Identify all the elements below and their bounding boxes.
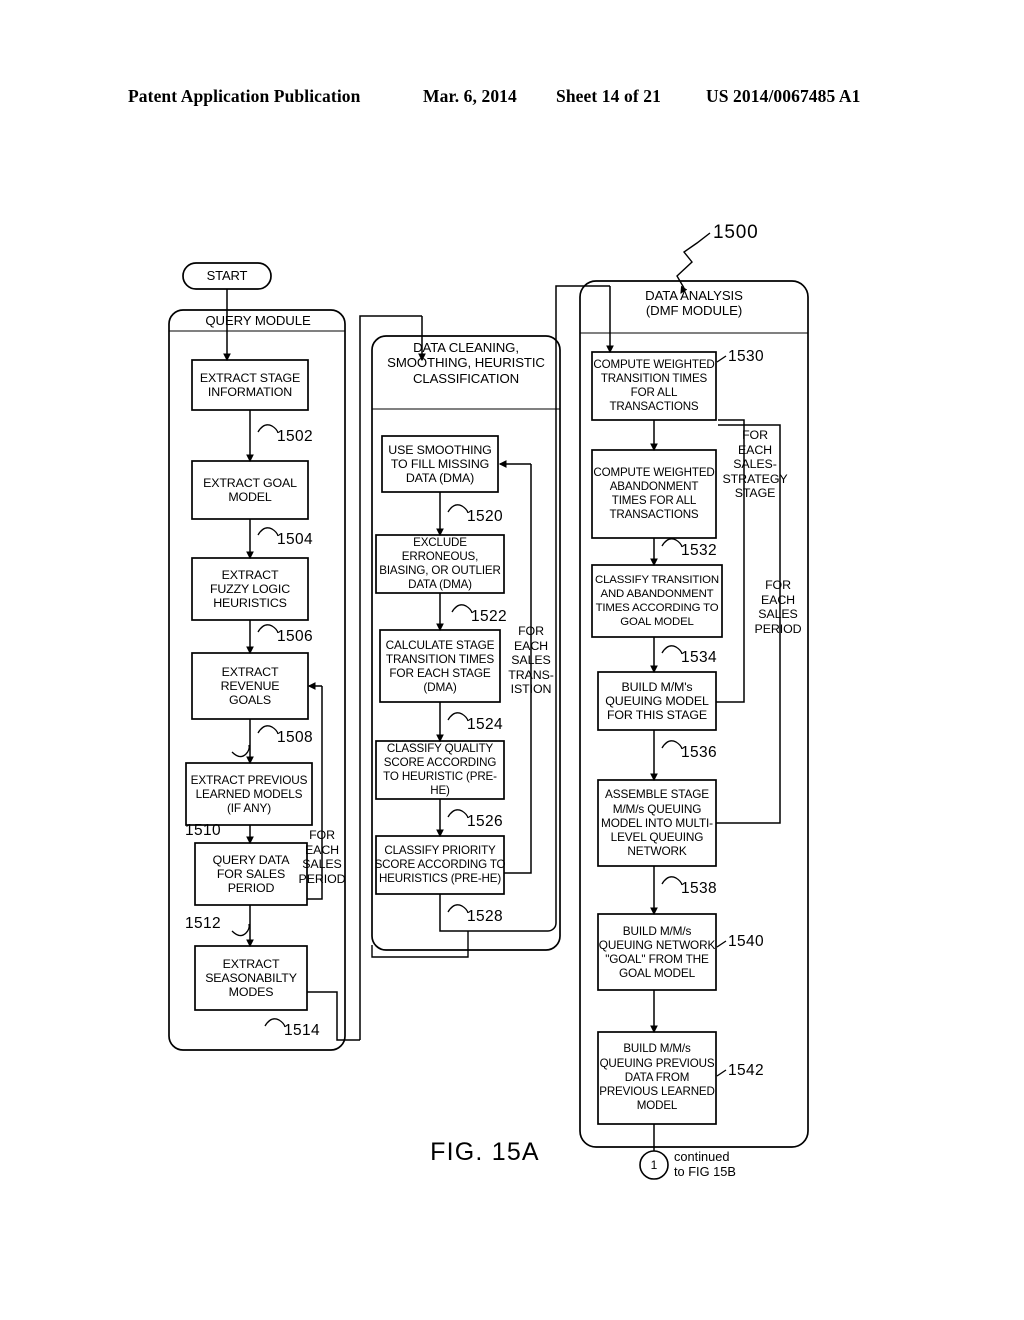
loop-label-cleaning-transistion: FOR EACH SALES TRANS- ISTION [508,624,554,697]
step-label-1532: COMPUTE WEIGHTED ABANDONMENT TIMES FOR A… [593,465,715,522]
step-label-1526: CLASSIFY QUALITY SCORE ACCORDING TO HEUR… [383,741,497,798]
curl-1524 [447,712,469,722]
refnum-1510: 1510 [185,822,222,839]
refnum-1534: 1534 [681,649,718,666]
step-label-1524: CALCULATE STAGE TRANSITION TIMES FOR EAC… [385,637,495,695]
refnum-1542: 1542 [728,1062,765,1079]
step-label-1528: CLASSIFY PRIORITY SCORE ACCORDING TO HEU… [374,843,506,886]
step-label-1542: BUILD M/M/s QUEUING PREVIOUS DATA FROM P… [599,1042,715,1113]
loop-label-analysis-period: FOR EACH SALES PERIOD [754,578,802,636]
refnum-1522: 1522 [471,608,508,625]
data-analysis-module-title: DATA ANALYSIS (DMF MODULE) [645,288,743,319]
curl-1506 [257,624,279,634]
continuation-circle-label: 1 [650,1158,658,1172]
curl-1530 [716,355,727,363]
start-node-label: START [206,267,248,283]
step-label-1530: COMPUTE WEIGHTED TRANSITION TIMES FOR AL… [593,357,715,414]
step-label-1540: BUILD M/M/s QUEUING NETWORK "GOAL" FROM … [598,923,716,981]
data-cleaning-module-title: DATA CLEANING, SMOOTHING, HEURISTIC CLAS… [387,340,545,386]
step-label-1510: EXTRACT PREVIOUS LEARNED MODELS (IF ANY) [190,772,308,816]
step-label-1504: EXTRACT GOAL MODEL [203,475,297,504]
step-label-1502: EXTRACT STAGE INFORMATION [199,370,301,399]
patent-figure-page: Patent Application Publication Mar. 6, 2… [0,0,1024,1320]
continuation-note: continued to FIG 15B [674,1149,736,1179]
curl-1510 [231,744,250,758]
curl-1538 [661,876,683,886]
step-label-1520: USE SMOOTHING TO FILL MISSING DATA (DMA) [388,442,492,486]
refnum-1514: 1514 [284,1022,321,1039]
refnum-1524: 1524 [467,716,504,733]
step-label-1534: CLASSIFY TRANSITION AND ABANDONMENT TIME… [595,573,719,629]
conn-cleaning-lower-rail [371,931,469,958]
refnum-1506: 1506 [277,628,314,645]
curl-1502 [257,424,279,434]
step-label-1514: EXTRACT SEASONABILTY MODES [205,956,297,1000]
query-module-title: QUERY MODULE [205,313,311,328]
refnum-1502: 1502 [277,428,314,445]
leader-1500 [676,232,711,289]
refnum-1520: 1520 [467,508,504,525]
curl-1536 [661,740,683,750]
step-label-1522: EXCLUDE ERRONEOUS, BIASING, OR OUTLIER D… [379,535,501,592]
curl-1504 [257,527,279,537]
refnum-1528: 1528 [467,908,504,925]
curl-1526 [447,809,469,819]
refnum-1536: 1536 [681,744,718,761]
curl-1532 [661,538,683,548]
refnum-1512: 1512 [185,915,222,932]
refnum-1538: 1538 [681,880,718,897]
refnum-1504: 1504 [277,531,314,548]
curl-1514 [264,1018,286,1028]
curl-1534 [661,645,683,655]
figure-overall-ref: 1500 [713,222,759,243]
step-label-1506: EXTRACT FUZZY LOGIC HEURISTICS [209,567,291,611]
curl-1528 [447,904,469,914]
step-label-1536: BUILD M/M's QUEUING MODEL FOR THIS STAGE [605,679,709,723]
step-label-1512: QUERY DATA FOR SALES PERIOD [212,852,290,896]
curl-1508 [257,725,279,735]
refnum-1540: 1540 [728,933,765,950]
curl-1540 [716,940,727,948]
step-label-1538: ASSEMBLE STAGE M/M/s QUEUING MODEL INTO … [601,787,713,859]
refnum-1530: 1530 [728,348,765,365]
figure-caption: FIG. 15A [430,1138,540,1166]
loop-label-query-sales-period: FOR EACH SALES PERIOD [298,828,346,886]
curl-1520 [447,504,469,514]
step-label-1508: EXTRACT REVENUE GOALS [220,664,280,708]
loop-label-analysis-stage: FOR EACH SALES- STRATEGY STAGE [722,428,788,501]
refnum-1526: 1526 [467,813,504,830]
curl-1522 [451,604,473,614]
refnum-1532: 1532 [681,542,718,559]
refnum-1508: 1508 [277,729,314,746]
curl-1512 [231,923,250,937]
